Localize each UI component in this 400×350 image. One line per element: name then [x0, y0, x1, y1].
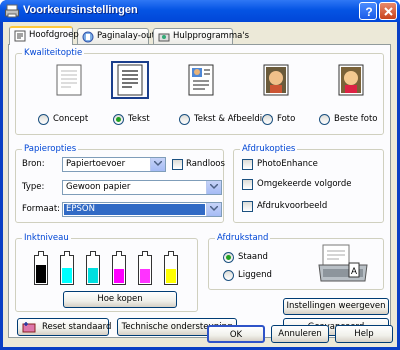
- quality-label-tekst: Tekst: [128, 114, 150, 124]
- ink-cartridge-black: [34, 251, 48, 285]
- source-select[interactable]: Papiertoevoer: [62, 157, 166, 172]
- print-options-group: Afdrukopties PhotoEnhance Omgekeerde vol…: [233, 144, 384, 223]
- quality-radio-concept[interactable]: [38, 114, 49, 125]
- orientation-radio-portrait[interactable]: [223, 252, 234, 263]
- format-label: Formaat:: [22, 204, 61, 214]
- paper-options-group: Papieropties Bron: Papiertoevoer Randloo…: [15, 144, 225, 223]
- ink-cartridge-yellow: [164, 251, 178, 285]
- print-preview-checkbox[interactable]: [242, 201, 253, 212]
- quality-label-foto: Foto: [277, 114, 296, 124]
- quality-group-label: Kwaliteitoptie: [22, 48, 85, 58]
- chevron-down-icon: [210, 206, 218, 212]
- text-quality-icon: [117, 64, 143, 96]
- paper-type-select[interactable]: Gewoon papier: [62, 180, 222, 195]
- close-icon: [384, 7, 393, 16]
- orientation-label: Afdrukstand: [215, 233, 271, 243]
- draft-quality-icon: [56, 64, 82, 96]
- print-options-label: Afdrukopties: [240, 144, 298, 154]
- photo-enhance-checkbox[interactable]: [242, 159, 253, 170]
- chevron-down-icon: [210, 184, 218, 190]
- print-preview-label: Afdrukvoorbeeld: [257, 201, 328, 211]
- svg-text:?: ?: [365, 5, 372, 19]
- svg-text:A: A: [351, 266, 357, 276]
- source-label: Bron:: [22, 159, 45, 169]
- quality-radio-beste-foto[interactable]: [319, 114, 330, 125]
- quality-radio-tekst[interactable]: [113, 114, 124, 125]
- type-label: Type:: [22, 182, 45, 192]
- ok-button[interactable]: OK: [207, 325, 265, 343]
- reset-defaults-button[interactable]: Reset standaard: [17, 318, 111, 336]
- ink-level-group: Inktniveau Hoe kopen: [15, 233, 198, 312]
- chevron-down-icon: [154, 161, 162, 167]
- cancel-button[interactable]: Annuleren: [271, 325, 329, 343]
- paper-options-label: Papieropties: [22, 144, 79, 154]
- dialog-window: Voorkeursinstellingen ? Hoofdgroep Pagin…: [0, 0, 400, 350]
- reverse-order-label: Omgekeerde volgorde: [257, 179, 352, 189]
- borderless-checkbox[interactable]: [172, 159, 183, 170]
- window-title: Voorkeursinstellingen: [23, 4, 138, 16]
- quality-radio-foto[interactable]: [262, 114, 273, 125]
- text-image-quality-icon: [188, 64, 214, 96]
- tab-hulpprogrammas[interactable]: Hulpprogramma's: [153, 28, 249, 44]
- tab-paginalay-out[interactable]: Paginalay-out: [77, 28, 155, 44]
- orientation-landscape-label: Liggend: [238, 270, 272, 280]
- titlebar-help-button[interactable]: ?: [359, 2, 377, 20]
- page-layout-icon: [82, 31, 94, 43]
- orientation-radio-landscape[interactable]: [223, 270, 234, 281]
- title-bar: Voorkeursinstellingen ?: [0, 0, 400, 22]
- ink-level-label: Inktniveau: [22, 233, 71, 243]
- orientation-group: Afdrukstand Staand Liggend A: [208, 233, 384, 290]
- quality-label-concept: Concept: [53, 114, 89, 124]
- ink-cartridge-light-magenta: [138, 251, 152, 285]
- ink-cartridge-cyan: [60, 251, 74, 285]
- printer-icon: [5, 4, 19, 18]
- help-button[interactable]: Help: [335, 325, 393, 343]
- paper-format-select[interactable]: EPSON: [62, 202, 222, 217]
- reverse-order-checkbox[interactable]: [242, 179, 253, 190]
- photo-enhance-label: PhotoEnhance: [257, 159, 318, 169]
- how-to-buy-button[interactable]: Hoe kopen: [63, 291, 177, 308]
- borderless-label: Randloos: [186, 159, 225, 169]
- quality-group: Kwaliteitoptie Concept Tekst Tekst & Afb…: [15, 48, 384, 135]
- printer-settings-icon: [14, 30, 26, 42]
- utility-icon: [158, 33, 170, 42]
- dialog-client-area: Hoofdgroep Paginalay-out Hulpprogramma's…: [3, 22, 397, 347]
- printer-orientation-icon: A: [318, 244, 368, 282]
- close-button[interactable]: [379, 2, 397, 20]
- best-photo-quality-icon: [338, 64, 364, 96]
- quality-radio-tekst-afbeelding[interactable]: [179, 114, 190, 125]
- orientation-portrait-label: Staand: [238, 252, 268, 262]
- tab-hoofdgroep[interactable]: Hoofdgroep: [9, 26, 79, 45]
- ink-cartridge-light-cyan: [86, 251, 100, 285]
- ink-cartridge-magenta: [112, 251, 126, 285]
- show-settings-button[interactable]: Instellingen weergeven: [283, 298, 389, 315]
- reset-icon: [22, 322, 36, 333]
- quality-label-beste-foto: Beste foto: [334, 114, 378, 124]
- tab-panel-hoofdgroep: Kwaliteitoptie Concept Tekst Tekst & Afb…: [8, 44, 391, 338]
- photo-quality-icon: [263, 64, 289, 96]
